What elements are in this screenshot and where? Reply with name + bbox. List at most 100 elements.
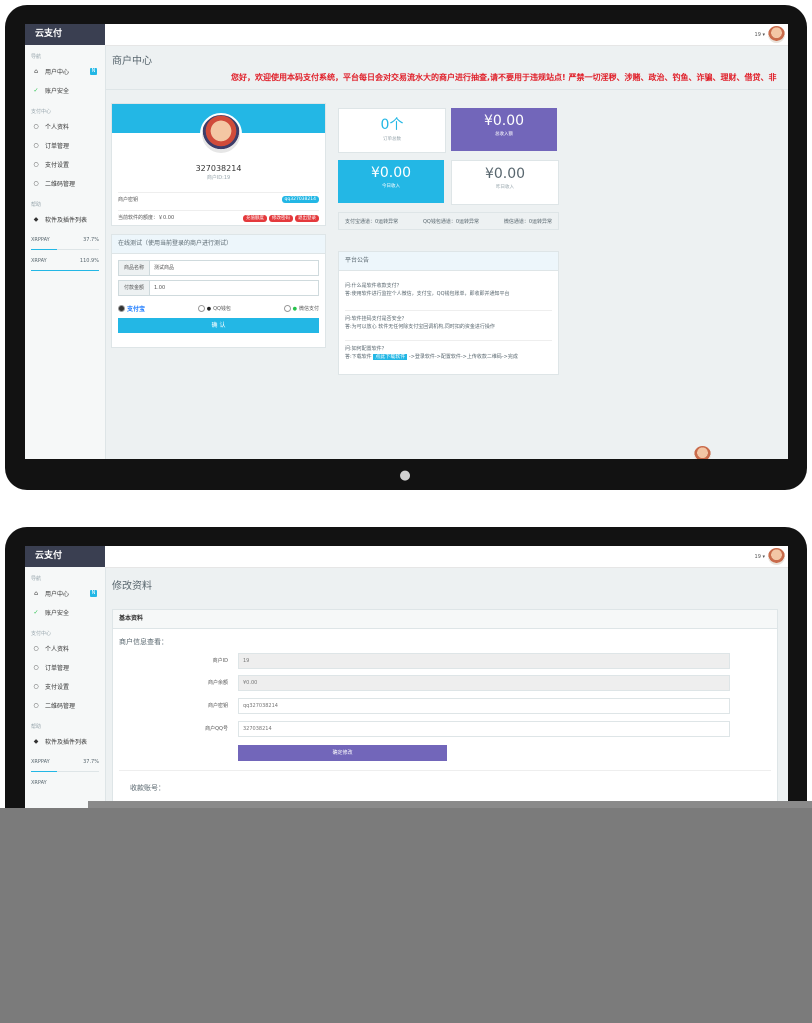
sidebar-item-pay-settings[interactable]: ○ 支付设置 [25, 155, 105, 174]
field-label: 商户余额 [207, 680, 228, 686]
confirm-edit-button[interactable]: 确定修改 [238, 745, 447, 761]
key-row: 商户密钥 qq327038214 [118, 192, 319, 203]
merchant-qq-row: 商户QQ号 327038214 [113, 721, 777, 737]
sidebar-item-user-center[interactable]: ⌂ 用户中心 N [25, 584, 105, 603]
new-badge: N [90, 590, 97, 597]
confirm-button[interactable]: 确 认 [118, 318, 319, 333]
stat-today-income: ¥0.00 今日收入 [338, 160, 444, 203]
sidebar-item-label: 个人资料 [45, 646, 70, 653]
sidebar-item-security[interactable]: ✓ 账户安全 [25, 81, 105, 100]
field-value: 测试商品 [154, 265, 175, 271]
key-label: 商户密钥 [118, 197, 139, 203]
sidebar-item-label: 支付设置 [45, 162, 70, 169]
user-menu[interactable]: 19 ▾ [755, 26, 785, 43]
sidebar-item-label: 软件及插件列表 [45, 739, 88, 746]
stat-label: 昨日收入 [496, 185, 514, 190]
merchant-qq-field[interactable]: 327038214 [238, 721, 730, 737]
leaf-icon: ✓ [33, 609, 39, 616]
brand-logo[interactable]: 云支付 [25, 24, 105, 45]
progress-fill [31, 270, 99, 271]
sidebar-item-software[interactable]: ◆ 软件及插件列表 [25, 732, 105, 751]
avatar [768, 26, 785, 43]
stat-order-count: 0个 订单总数 [338, 108, 446, 153]
sidebar-item-security[interactable]: ✓ 账户安全 [25, 603, 105, 622]
sidebar-item-user-center[interactable]: ⌂ 用户中心 N [25, 62, 105, 81]
product-name-field[interactable]: 商品名称 测试商品 [118, 260, 319, 276]
main-content: 商户中心 您好，欢迎使用本码支付系统，平台每日会对交易流水大的商户进行抽查,请不… [105, 46, 788, 459]
merchant-uid: 327038214 [195, 164, 242, 173]
stat-label: 总收入额 [495, 132, 513, 137]
gem-icon: ◆ [33, 216, 39, 223]
channel-alipay-status: 支付宝通道：0运转异常 [345, 218, 399, 225]
faq-answer: 答:下载软件 [345, 354, 374, 360]
avatar [768, 548, 785, 565]
sidebar-item-software[interactable]: ◆ 软件及插件列表 [25, 210, 105, 229]
sidebar-item-profile[interactable]: ○ 个人资料 [25, 639, 105, 658]
recharge-button[interactable]: 充值额度 [243, 214, 267, 222]
dot-icon: ○ [33, 161, 39, 168]
sidebar-item-label: 订单管理 [45, 143, 70, 150]
stat-total-income: ¥0.00 总收入额 [451, 108, 557, 151]
progress-label: XRPAY [31, 258, 47, 264]
panel-title: 在线测试（使用当前登录的商户进行测试） [112, 235, 325, 254]
merchant-key-field[interactable]: qq327038214 [238, 698, 730, 714]
wechat-icon: ● [292, 305, 297, 312]
apple-logo-icon: ● [399, 468, 411, 483]
stat-label: 订单总数 [383, 137, 401, 142]
sidebar-item-qrcode[interactable]: ○ 二维码管理 [25, 174, 105, 193]
new-badge: N [90, 68, 97, 75]
download-link[interactable]: 点此下载软件 [373, 354, 408, 360]
progress-value: 37.7% [83, 237, 99, 243]
stat-label: 今日收入 [382, 184, 400, 189]
sidebar-item-orders[interactable]: ○ 订单管理 [25, 136, 105, 155]
logout-button[interactable]: 退出登录 [295, 214, 319, 222]
faq-item: 问:软件挂码支付是否安全？ 答:为可以放心 软件无任何除支付宝回调机构,同时扣的… [345, 310, 552, 331]
merchant-id-field[interactable]: 19 [238, 653, 730, 669]
sidebar-section-pay: 支付中心 [31, 109, 52, 115]
section-subhead: 商户信息查看： [119, 638, 168, 646]
user-label: 19 ▾ [754, 31, 765, 38]
faq-answer: 答:使用软件进行监控个人微信，支付宝，QQ钱包账单，即收即并通知平台 [345, 291, 510, 297]
stat-yesterday-income: ¥0.00 昨日收入 [451, 160, 559, 205]
field-value: 1.00 [154, 285, 166, 291]
user-menu[interactable]: 19 ▾ [755, 548, 785, 565]
sidebar-section-help: 帮助 [31, 724, 42, 730]
qqpay-option[interactable]: ● QQ钱包 [197, 305, 231, 312]
sidebar-item-label: 二维码管理 [45, 181, 76, 188]
page-title: 修改资料 [112, 581, 152, 592]
profile-card: 327038214 商户ID:19 商户密钥 qq327038214 当前软件的… [111, 103, 326, 226]
notice-banner: 您好，欢迎使用本码支付系统，平台每日会对交易流水大的商户进行抽查,请不要用于违规… [231, 73, 777, 82]
sidebar-section-pay: 支付中心 [31, 631, 52, 637]
sidebar: 云支付 导航 ⌂ 用户中心 N ✓ 账户安全 支付中心 ○ 个人资料 ○ 订单管… [25, 24, 106, 459]
merchant-balance-field[interactable]: ¥0.00 [238, 675, 730, 691]
user-label: 19 ▾ [754, 553, 765, 560]
sidebar-item-qrcode[interactable]: ○ 二维码管理 [25, 696, 105, 715]
brand-logo[interactable]: 云支付 [25, 546, 105, 567]
amount-field[interactable]: 付款金额 1.00 [118, 280, 319, 296]
avatar [694, 446, 711, 459]
channel-qq-status: QQ钱包通道：0运转异常 [422, 218, 480, 225]
gem-icon: ◆ [33, 738, 39, 745]
alipay-option[interactable]: 支付宝 [118, 304, 145, 313]
field-label: 付款金额 [119, 281, 150, 295]
sidebar-item-pay-settings[interactable]: ○ 支付设置 [25, 677, 105, 696]
key-tag: qq327038214 [281, 196, 319, 203]
sidebar-item-label: 账户安全 [45, 88, 70, 95]
sidebar-item-orders[interactable]: ○ 订单管理 [25, 658, 105, 677]
wechat-option[interactable]: ● 微信支付 [283, 305, 319, 312]
sidebar-item-profile[interactable]: ○ 个人资料 [25, 117, 105, 136]
field-label: 商户QQ号 [205, 726, 228, 732]
sidebar-item-label: 账户安全 [45, 610, 70, 617]
sidebar-item-label: 用户中心 [45, 591, 70, 598]
change-password-button[interactable]: 修改密码 [269, 214, 293, 222]
payment-options: 支付宝 ● QQ钱包 ● 微信支付 [118, 304, 319, 313]
channel-status-bar: 支付宝通道：0运转异常 QQ钱包通道：0运转异常 微信通道：0运转异常 [338, 212, 559, 230]
sidebar-item-label: 二维码管理 [45, 703, 76, 710]
faq-question: 问:如何配置软件？ [345, 346, 387, 352]
merchant-id-row: 商户ID 19 [113, 653, 777, 669]
account-subhead: 收款账号： [130, 784, 165, 792]
dot-icon: ○ [33, 645, 39, 652]
radio-icon [118, 305, 125, 312]
dot-icon: ○ [33, 123, 39, 130]
screen-merchant-center: 云支付 导航 ⌂ 用户中心 N ✓ 账户安全 支付中心 ○ 个人资料 ○ 订单管… [25, 24, 788, 459]
